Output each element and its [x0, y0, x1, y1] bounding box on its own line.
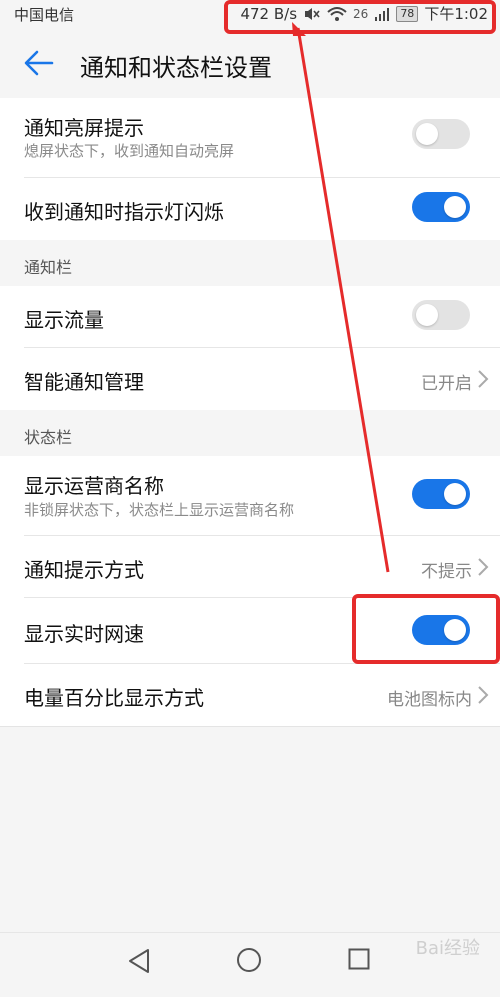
- setting-led-blink[interactable]: 收到通知时指示灯闪烁: [0, 178, 500, 240]
- mute-icon: [305, 7, 320, 20]
- toggle-knob: [416, 123, 438, 145]
- home-circle-icon[interactable]: [236, 947, 262, 973]
- back-arrow-icon[interactable]: [22, 48, 56, 78]
- setting-label: 智能通知管理: [24, 370, 144, 394]
- led-blink-toggle[interactable]: [412, 192, 470, 222]
- setting-label: 通知提示方式: [24, 558, 144, 582]
- back-triangle-icon[interactable]: [126, 947, 152, 975]
- network-speed: 472 B/s: [240, 4, 298, 23]
- setting-notify-wake[interactable]: 通知亮屏提示 熄屏状态下，收到通知自动亮屏: [0, 98, 500, 178]
- setting-value: 电池图标内: [387, 690, 472, 710]
- carrier-name: 中国电信: [14, 6, 75, 24]
- section-title: 通知栏: [24, 258, 73, 277]
- toggle-knob: [444, 483, 466, 505]
- setting-label: 收到通知时指示灯闪烁: [24, 200, 224, 224]
- chevron-right-icon: [478, 558, 489, 576]
- setting-value: 已开启: [421, 374, 472, 394]
- wifi-icon: [327, 6, 347, 21]
- notify-wake-toggle[interactable]: [412, 119, 470, 149]
- setting-label: 显示实时网速: [24, 622, 144, 646]
- setting-show-carrier[interactable]: 显示运营商名称 非锁屏状态下，状态栏上显示运营商名称: [0, 456, 500, 536]
- section-header-status-bar: 状态栏: [0, 410, 500, 456]
- toggle-knob: [444, 619, 466, 641]
- chevron-right-icon: [478, 370, 489, 388]
- show-traffic-toggle[interactable]: [412, 300, 470, 330]
- chevron-right-icon: [478, 686, 489, 704]
- signal-icon: [375, 7, 390, 21]
- status-bar: 中国电信 472 B/s 26 78 下午1:02: [0, 0, 500, 28]
- setting-label: 通知亮屏提示: [24, 116, 144, 140]
- section-title: 状态栏: [24, 428, 73, 447]
- setting-value: 不提示: [421, 562, 472, 582]
- toggle-knob: [416, 304, 438, 326]
- show-carrier-toggle[interactable]: [412, 479, 470, 509]
- setting-smart-notify[interactable]: 智能通知管理 已开启: [0, 348, 500, 410]
- app-header: 通知和状态栏设置: [0, 30, 500, 96]
- setting-label: 电量百分比显示方式: [24, 686, 204, 710]
- setting-description: 熄屏状态下，收到通知自动亮屏: [24, 142, 235, 160]
- setting-label: 显示运营商名称: [24, 474, 164, 498]
- toggle-knob: [444, 196, 466, 218]
- section-header-notify-bar: 通知栏: [0, 240, 500, 286]
- realtime-speed-toggle[interactable]: [412, 615, 470, 645]
- setting-show-traffic[interactable]: 显示流量: [0, 286, 500, 348]
- watermark: Bai经验: [415, 938, 480, 959]
- page-title: 通知和状态栏设置: [80, 54, 272, 82]
- network-type: 26: [353, 6, 369, 21]
- setting-description: 非锁屏状态下，状态栏上显示运营商名称: [24, 501, 295, 519]
- status-time: 下午1:02: [424, 5, 488, 23]
- recent-square-icon[interactable]: [348, 948, 370, 970]
- setting-label: 显示流量: [24, 308, 104, 332]
- list-bottom-divider: [0, 726, 500, 727]
- status-icons: 472 B/s 26 78 下午1:02: [240, 3, 488, 24]
- battery-icon: 78: [396, 5, 419, 22]
- setting-realtime-speed[interactable]: 显示实时网速: [0, 598, 500, 664]
- setting-battery-percent[interactable]: 电量百分比显示方式 电池图标内: [0, 664, 500, 726]
- setting-notify-method[interactable]: 通知提示方式 不提示: [0, 536, 500, 598]
